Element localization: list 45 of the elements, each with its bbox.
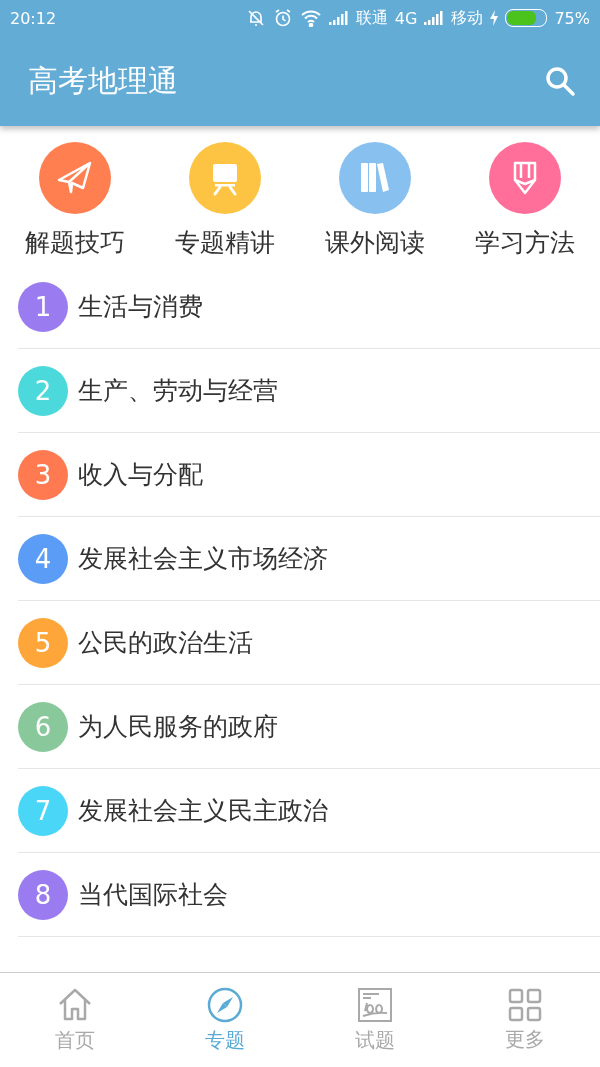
topic-number-badge: 4	[18, 533, 68, 584]
wifi-icon	[299, 9, 322, 27]
topic-item[interactable]: 5 公民的政治生活	[18, 601, 600, 685]
shortcut-item[interactable]: 专题精讲	[150, 142, 300, 259]
network-type: 4G	[394, 8, 418, 28]
compass-icon	[207, 986, 243, 1023]
topic-item[interactable]: 8 当代国际社会	[18, 853, 600, 937]
topic-title: 公民的政治生活	[78, 627, 253, 659]
grid-icon	[508, 987, 542, 1022]
topic-number-badge: 8	[18, 869, 68, 920]
status-time: 20:12	[10, 8, 57, 28]
charging-icon	[490, 10, 499, 26]
topic-number-badge: 1	[18, 281, 68, 332]
shortcut-item[interactable]: 解题技巧	[0, 142, 150, 259]
topic-number-badge: 7	[18, 785, 68, 836]
home-icon	[57, 986, 93, 1023]
topic-number-badge: 3	[18, 449, 68, 500]
topic-title: 发展社会主义民主政治	[78, 795, 328, 827]
topic-title: 当代国际社会	[78, 879, 228, 911]
carrier-name: 联通	[355, 7, 388, 29]
topic-number-badge: 6	[18, 701, 68, 752]
topic-title: 生产、劳动与经营	[78, 375, 278, 407]
topic-item[interactable]: 3 收入与分配	[18, 433, 600, 517]
app-title: 高考地理通	[28, 61, 178, 100]
topic-number-badge: 2	[18, 365, 68, 416]
battery-percent: 75%	[554, 8, 590, 28]
topic-item[interactable]: 2 生产、劳动与经营	[18, 349, 600, 433]
topic-item[interactable]: 7 发展社会主义民主政治	[18, 769, 600, 853]
signal-icon	[328, 11, 349, 25]
battery-icon	[505, 9, 548, 27]
topic-title: 生活与消费	[78, 291, 203, 323]
shortcut-item[interactable]: 学习方法	[450, 142, 600, 259]
shortcut-item[interactable]: 课外阅读	[300, 142, 450, 259]
signal-icon	[424, 11, 445, 25]
mute-icon	[245, 8, 266, 28]
topic-item[interactable]: 6 为人民服务的政府	[18, 685, 600, 769]
topic-item[interactable]: 1 生活与消费	[18, 265, 600, 349]
topic-title: 发展社会主义市场经济	[78, 543, 328, 575]
carrier-name: 移动	[451, 7, 484, 29]
topic-number-badge: 5	[18, 617, 68, 668]
topic-title: 为人民服务的政府	[78, 711, 278, 743]
topic-title: 收入与分配	[78, 459, 203, 491]
search-icon[interactable]	[544, 65, 576, 97]
topic-item[interactable]: 4 发展社会主义市场经济	[18, 517, 600, 601]
exam-paper-icon	[357, 986, 393, 1023]
